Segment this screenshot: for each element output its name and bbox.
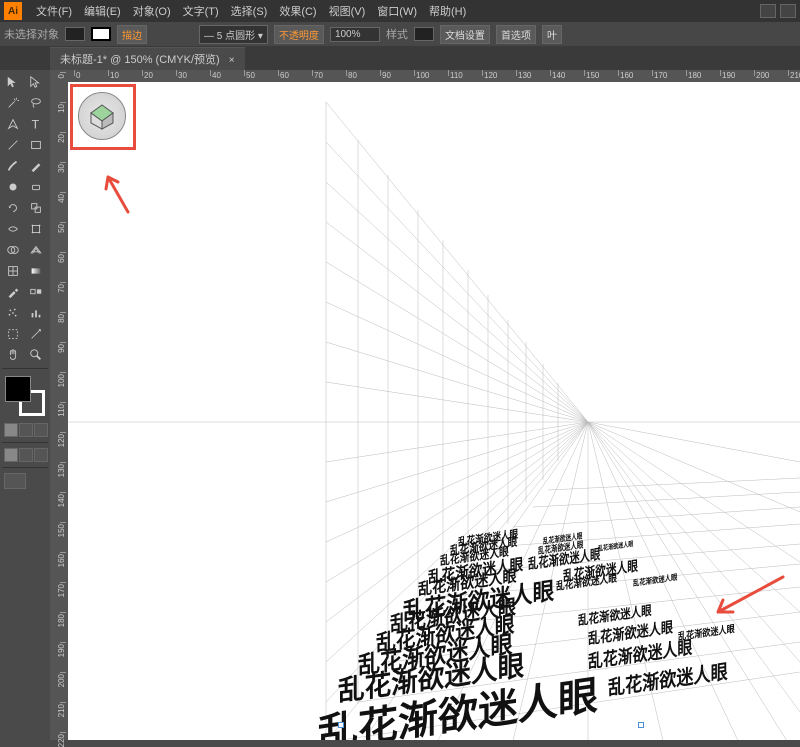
menu-view[interactable]: 视图(V) <box>323 3 372 19</box>
brush-preset-dropdown[interactable]: — 5 点圆形 ▾ <box>199 25 268 44</box>
prefs-button[interactable]: 首选项 <box>496 25 536 44</box>
menu-window[interactable]: 窗口(W) <box>371 3 423 19</box>
perspective-plane-widget[interactable] <box>78 92 126 140</box>
doc-setup-button[interactable]: 文档设置 <box>440 25 490 44</box>
style-swatch[interactable] <box>414 27 434 41</box>
layout-switcher-2[interactable] <box>780 4 796 18</box>
app-icon: Ai <box>4 2 22 20</box>
fill-stroke-control[interactable] <box>5 376 45 416</box>
menu-file[interactable]: 文件(F) <box>30 3 78 19</box>
slice-tool[interactable] <box>25 324 47 344</box>
stroke-button[interactable]: 描边 <box>117 25 147 44</box>
options-bar: 未选择对象 描边 — 5 点圆形 ▾ 不透明度 100% 样式 文档设置 首选项… <box>0 22 800 46</box>
menu-type[interactable]: 文字(T) <box>177 3 225 19</box>
style-label: 样式 <box>386 26 408 42</box>
draw-behind[interactable] <box>19 448 33 462</box>
color-mode-none[interactable] <box>34 423 48 437</box>
screen-mode-button[interactable] <box>4 473 26 489</box>
fill-color[interactable] <box>5 376 31 402</box>
document-tab[interactable]: 未标题-1* @ 150% (CMYK/预览) × <box>50 47 245 70</box>
stroke-swatch[interactable] <box>91 27 111 41</box>
menu-effect[interactable]: 效果(C) <box>273 3 322 19</box>
pen-tool[interactable] <box>2 114 24 134</box>
menu-help[interactable]: 帮助(H) <box>423 3 472 19</box>
magic-wand-tool[interactable] <box>2 93 24 113</box>
canvas-area: 0102030405060708090100110120130140150160… <box>68 70 800 740</box>
direct-selection-tool[interactable] <box>25 72 47 92</box>
menu-object[interactable]: 对象(O) <box>127 3 177 19</box>
menubar: Ai 文件(F) 编辑(E) 对象(O) 文字(T) 选择(S) 效果(C) 视… <box>0 0 800 22</box>
opacity-label: 不透明度 <box>274 25 324 44</box>
line-tool[interactable] <box>2 135 24 155</box>
rectangle-tool[interactable] <box>25 135 47 155</box>
color-mode-solid[interactable] <box>4 423 18 437</box>
free-transform-tool[interactable] <box>25 219 47 239</box>
eraser-tool[interactable] <box>25 177 47 197</box>
draw-inside[interactable] <box>34 448 48 462</box>
perspective-grid-tool[interactable] <box>25 240 47 260</box>
paintbrush-tool[interactable] <box>2 156 24 176</box>
zoom-tool[interactable] <box>25 345 47 365</box>
mesh-tool[interactable] <box>2 261 24 281</box>
document-tabbar: 未标题-1* @ 150% (CMYK/预览) × <box>0 46 800 70</box>
blob-brush-tool[interactable] <box>2 177 24 197</box>
selection-handle[interactable] <box>338 722 344 728</box>
selection-tool[interactable] <box>2 72 24 92</box>
layout-switcher-1[interactable] <box>760 4 776 18</box>
opacity-field[interactable]: 100% <box>330 27 380 42</box>
menu-edit[interactable]: 编辑(E) <box>78 3 127 19</box>
document-tab-title: 未标题-1* @ 150% (CMYK/预览) <box>60 54 220 66</box>
blend-tool[interactable] <box>25 282 47 302</box>
pencil-tool[interactable] <box>25 156 47 176</box>
draw-normal[interactable] <box>4 448 18 462</box>
symbol-sprayer-tool[interactable] <box>2 303 24 323</box>
tool-panel: T <box>0 70 50 740</box>
rotate-tool[interactable] <box>2 198 24 218</box>
eyedropper-tool[interactable] <box>2 282 24 302</box>
scale-tool[interactable] <box>25 198 47 218</box>
vertical-ruler: 0102030405060708090100110120130140150160… <box>50 70 68 740</box>
selection-handle[interactable] <box>638 722 644 728</box>
hand-tool[interactable] <box>2 345 24 365</box>
type-tool[interactable]: T <box>25 114 47 134</box>
artboard-canvas[interactable]: 乱花渐欲迷人眼乱花渐欲迷人眼乱花渐欲迷人眼乱花渐欲迷人眼乱花渐欲迷人眼乱花渐欲迷… <box>68 82 800 740</box>
color-mode-gradient[interactable] <box>19 423 33 437</box>
horizontal-ruler: 0102030405060708090100110120130140150160… <box>68 70 800 82</box>
artboard-tool[interactable] <box>2 324 24 344</box>
gradient-tool[interactable] <box>25 261 47 281</box>
document-tab-close[interactable]: × <box>229 55 235 66</box>
no-selection-label: 未选择对象 <box>4 26 59 42</box>
shape-builder-tool[interactable] <box>2 240 24 260</box>
fill-swatch[interactable] <box>65 27 85 41</box>
lasso-tool[interactable] <box>25 93 47 113</box>
menu-select[interactable]: 选择(S) <box>225 3 274 19</box>
width-tool[interactable] <box>2 219 24 239</box>
svg-text:T: T <box>32 117 40 131</box>
align-button[interactable]: 叶 <box>542 25 562 44</box>
column-graph-tool[interactable] <box>25 303 47 323</box>
